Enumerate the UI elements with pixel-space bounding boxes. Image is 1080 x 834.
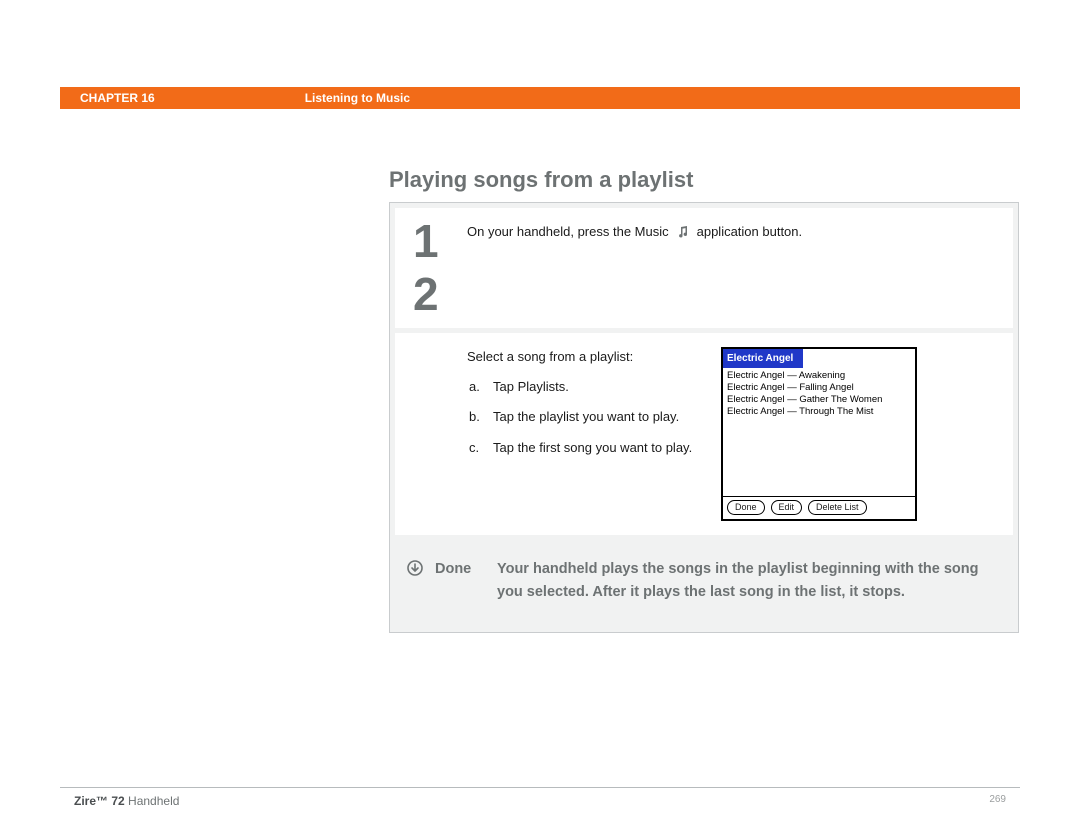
step-2-content: Select a song from a playlist: a. Tap Pl… xyxy=(467,347,995,521)
page-title: Playing songs from a playlist xyxy=(389,167,693,193)
footer-page-number: 269 xyxy=(989,794,1006,808)
section-label: Listening to Music xyxy=(305,91,410,105)
done-text: Your handheld plays the songs in the pla… xyxy=(497,558,1001,604)
page-footer: Zire™ 72 Handheld 269 xyxy=(60,787,1020,808)
palm-song-item: Electric Angel — Gather The Women xyxy=(727,394,911,406)
step-1-text-b: application button. xyxy=(697,222,803,242)
substep-a-bullet: a. xyxy=(469,377,485,397)
step-number-column: 1 2 xyxy=(413,222,467,314)
substep-c-text: Tap the first song you want to play. xyxy=(493,438,692,458)
step-2-number-spacer xyxy=(413,347,467,521)
palm-done-button[interactable]: Done xyxy=(727,500,765,515)
step-2-intro: Select a song from a playlist: xyxy=(467,347,697,367)
chapter-header-bar: CHAPTER 16 Listening to Music xyxy=(60,87,1020,109)
substep-b-bullet: b. xyxy=(469,407,485,427)
steps-container: 1 2 On your handheld, press the Music ap… xyxy=(389,202,1019,633)
done-label: Done xyxy=(435,558,497,604)
step-1-text-a: On your handheld, press the Music xyxy=(467,222,669,242)
palm-song-item: Electric Angel — Through The Mist xyxy=(727,406,911,418)
substep-b-text: Tap the playlist you want to play. xyxy=(493,407,679,427)
footer-product-rest: Handheld xyxy=(125,794,180,808)
palm-playlist-title: Electric Angel xyxy=(723,349,803,368)
substep-c: c. Tap the first song you want to play. xyxy=(469,438,697,458)
footer-product-bold: Zire™ 72 xyxy=(74,794,125,808)
palm-song-list: Electric Angel — Awakening Electric Ange… xyxy=(723,368,915,496)
step-2-box: Select a song from a playlist: a. Tap Pl… xyxy=(395,333,1013,535)
palm-edit-button[interactable]: Edit xyxy=(771,500,803,515)
step-2-instructions: Select a song from a playlist: a. Tap Pl… xyxy=(467,347,697,468)
footer-product-name: Zire™ 72 Handheld xyxy=(74,794,179,808)
palm-button-row: Done Edit Delete List xyxy=(723,496,915,519)
substep-a: a. Tap Playlists. xyxy=(469,377,697,397)
substep-a-text: Tap Playlists. xyxy=(493,377,569,397)
step-number-1: 1 xyxy=(413,222,467,261)
substep-b: b. Tap the playlist you want to play. xyxy=(469,407,697,427)
palm-song-item: Electric Angel — Falling Angel xyxy=(727,382,911,394)
step-number-2: 2 xyxy=(413,275,467,314)
music-note-icon xyxy=(675,224,691,240)
done-row: Done Your handheld plays the songs in th… xyxy=(395,540,1013,626)
palm-song-item: Electric Angel — Awakening xyxy=(727,370,911,382)
palm-delete-list-button[interactable]: Delete List xyxy=(808,500,867,515)
step-1-box: 1 2 On your handheld, press the Music ap… xyxy=(395,208,1013,328)
chapter-label: CHAPTER 16 xyxy=(80,91,155,105)
palm-device-screenshot: Electric Angel Electric Angel — Awakenin… xyxy=(721,347,917,521)
done-arrow-icon xyxy=(407,558,435,604)
substep-c-bullet: c. xyxy=(469,438,485,458)
step-1-content: On your handheld, press the Music applic… xyxy=(467,222,995,314)
